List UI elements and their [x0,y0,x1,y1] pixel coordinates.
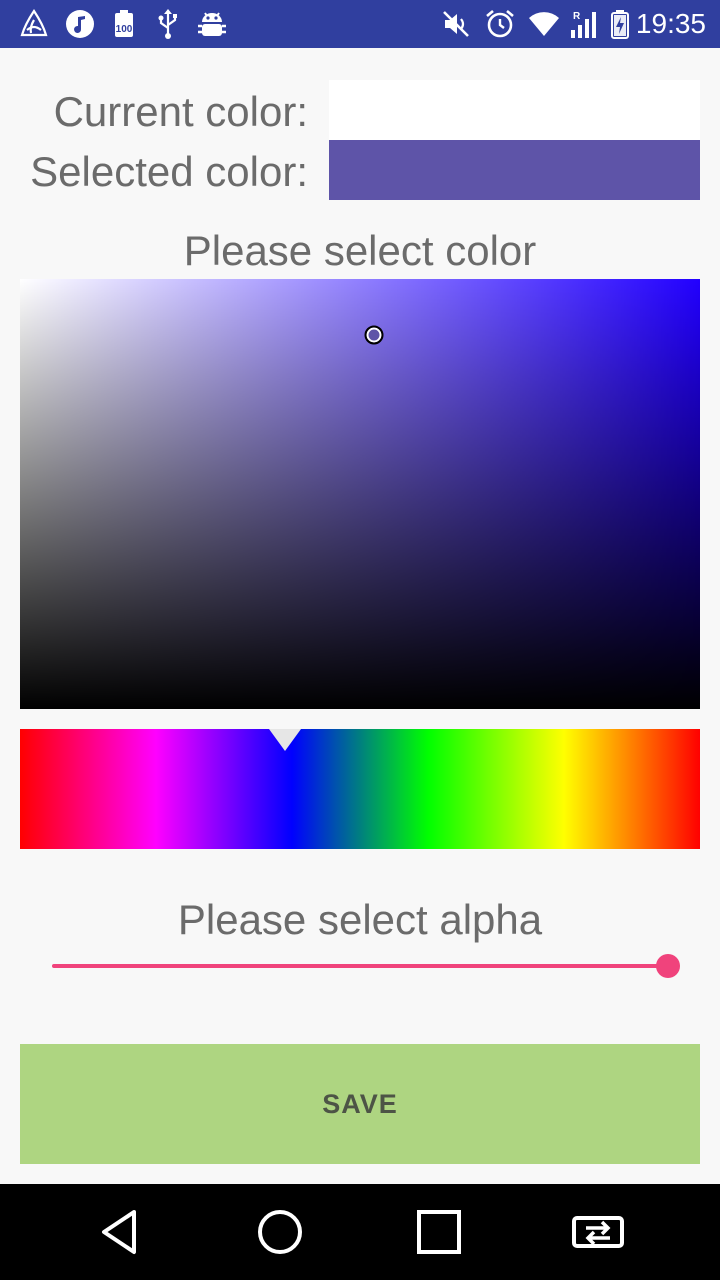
triforce-icon [18,8,50,40]
android-debug-icon [196,8,228,40]
wifi-icon [528,8,560,40]
select-color-title: Please select color [183,227,537,274]
saturation-value-picker[interactable] [20,279,700,709]
select-alpha-title: Please select alpha [177,896,543,943]
hue-pointer-icon[interactable] [269,729,302,751]
alpha-slider-thumb[interactable] [656,954,680,978]
mute-icon [440,8,472,40]
hue-slider[interactable] [20,729,700,849]
save-button[interactable]: SAVE [20,1044,700,1164]
battery-100-icon: 100 [108,8,140,40]
usb-icon [152,8,184,40]
signal-roaming-icon: R [568,8,600,40]
navigation-bar [0,1184,720,1280]
clock: 19:35 [635,8,706,39]
status-bar: 100 R 19:35 [0,0,720,48]
selected-color-swatch [329,140,700,200]
back-icon[interactable] [94,1204,150,1260]
svg-text:100: 100 [116,24,133,35]
color-picker-cursor[interactable] [364,325,384,345]
current-color-label: Current color: [53,88,308,135]
svg-text:R: R [573,11,581,22]
battery-charging-icon [604,8,636,40]
alpha-slider-track[interactable] [52,964,668,968]
current-color-swatch [329,80,700,140]
selected-color-label: Selected color: [30,148,308,195]
alarm-icon [484,8,516,40]
music-icon [64,8,96,40]
recents-icon[interactable] [411,1204,467,1260]
switch-app-icon[interactable] [570,1204,626,1260]
home-icon[interactable] [252,1204,308,1260]
